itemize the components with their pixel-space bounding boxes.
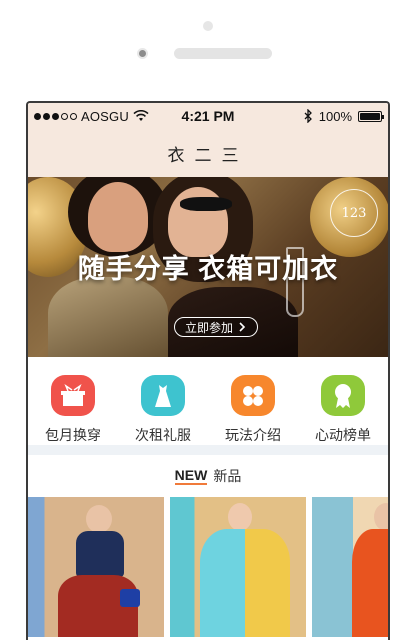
four-petal-icon (231, 375, 275, 416)
section-divider (28, 445, 388, 455)
battery-level-fill (360, 112, 380, 120)
gift-box-icon (51, 375, 95, 416)
sequin-dress (48, 277, 168, 357)
front-camera (203, 21, 213, 31)
product-card[interactable] (28, 497, 164, 637)
menu-label: 次租礼服 (135, 427, 191, 443)
product-card[interactable] (312, 497, 388, 637)
app-brand-title: 衣二三 (167, 145, 249, 166)
banner-headline: 随手分享 衣箱可加衣 (77, 254, 339, 284)
carrier-name: AOSGU (81, 108, 129, 124)
menu-dress-rental[interactable]: 次租礼服 (118, 375, 208, 445)
wifi-icon (133, 110, 149, 121)
app-header: 衣二三 (28, 129, 388, 177)
model-figure (200, 529, 290, 637)
quick-menu: 包月换穿 次租礼服 玩法介绍 心动榜单 (28, 357, 388, 445)
menu-how-it-works[interactable]: 玩法介绍 (208, 375, 298, 445)
rosette-icon (321, 375, 365, 416)
chevron-right-icon (239, 322, 246, 332)
dress-icon (141, 375, 185, 416)
menu-monthly-swap[interactable]: 包月换穿 (28, 375, 118, 445)
model-figure (374, 503, 388, 531)
brand-logo-seal: 123 (330, 189, 378, 237)
earpiece-speaker (174, 48, 272, 59)
new-arrivals-header: NEW 新品 (28, 455, 388, 497)
model-face (88, 182, 148, 252)
new-arrivals-carousel[interactable] (28, 497, 388, 637)
model-figure (352, 529, 388, 637)
new-arrivals-title: 新品 (213, 468, 242, 484)
battery-icon (358, 110, 384, 122)
join-now-button[interactable]: 立即参加 (174, 317, 259, 337)
signal-strength-icon (34, 112, 77, 120)
product-card[interactable] (170, 497, 306, 637)
model-figure (76, 531, 124, 577)
menu-label: 心动榜单 (315, 427, 371, 443)
join-now-label: 立即参加 (185, 320, 234, 335)
model-figure (228, 503, 252, 531)
menu-label: 包月换穿 (45, 427, 101, 443)
promo-banner[interactable]: 123 随手分享 衣箱可加衣 立即参加 (28, 177, 388, 357)
bluetooth-icon (304, 109, 312, 123)
party-mask (180, 197, 232, 211)
menu-label: 玩法介绍 (225, 427, 281, 443)
battery-percentage: 100% (318, 108, 352, 124)
phone-screen-frame: AOSGU 4:21 PM 100% 衣二三 123 随手分享 衣箱可加衣 立即… (26, 101, 390, 640)
logo-text: 123 (341, 205, 367, 221)
app-screen: AOSGU 4:21 PM 100% 衣二三 123 随手分享 衣箱可加衣 立即… (28, 103, 388, 640)
new-tag: NEW (174, 467, 208, 485)
handbag (120, 589, 140, 607)
model-figure (86, 505, 112, 533)
status-bar: AOSGU 4:21 PM 100% (28, 103, 388, 129)
menu-favorites-ranking[interactable]: 心动榜单 (298, 375, 388, 445)
phone-bezel (0, 0, 414, 102)
proximity-sensor (137, 48, 148, 59)
